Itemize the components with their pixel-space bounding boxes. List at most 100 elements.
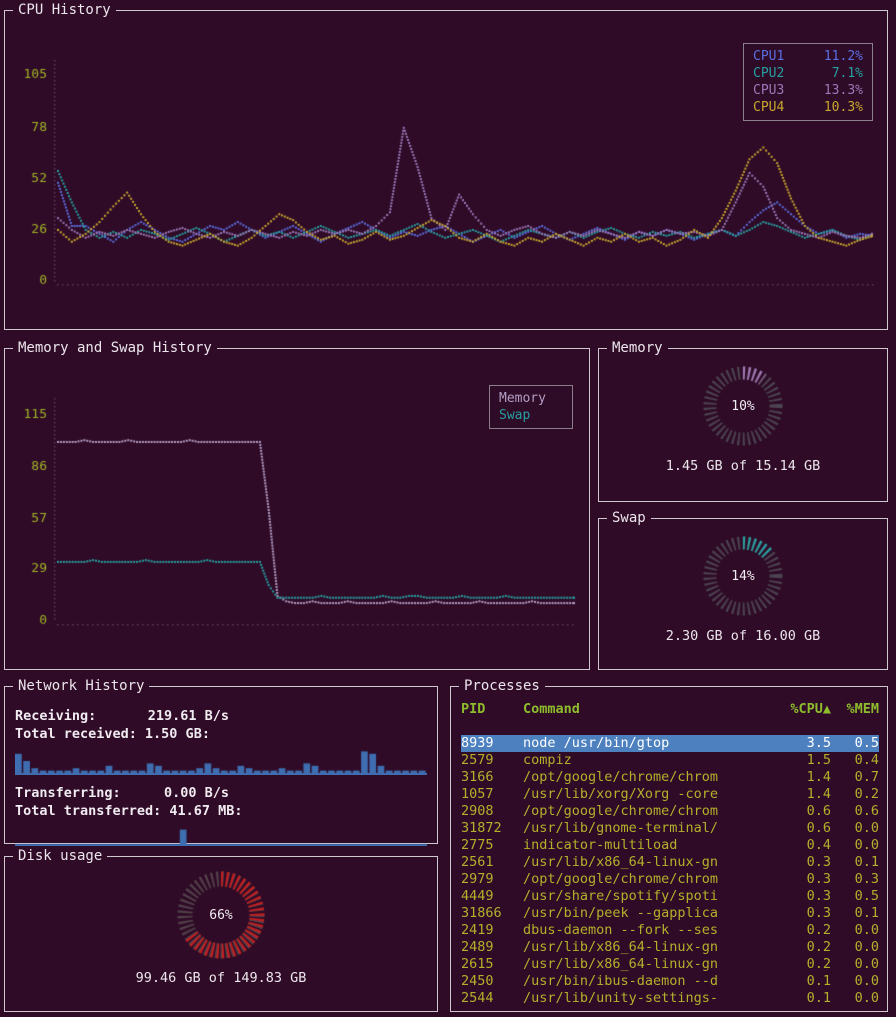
process-pid: 2544 xyxy=(461,990,523,1007)
cpu-legend-label: CPU3 xyxy=(753,82,784,99)
process-mem: 0.5 xyxy=(831,888,879,905)
cpu-history-panel: CPU History CPU1 11.2% CPU2 7.1% CPU3 13… xyxy=(4,10,888,330)
process-row[interactable]: 2615 /usr/lib/x86_64-linux-gn 0.2 0.0 xyxy=(461,956,879,973)
total-transferred-line: Total transferred: 41.67 MB: xyxy=(15,802,427,820)
process-cpu: 0.3 xyxy=(775,905,831,922)
process-mem: 0.7 xyxy=(831,769,879,786)
process-cpu: 0.6 xyxy=(775,803,831,820)
process-pid: 2450 xyxy=(461,973,523,990)
disk-percent: 66% xyxy=(159,869,283,961)
process-command: /usr/lib/x86_64-linux-gn xyxy=(523,956,775,973)
process-row[interactable]: 2579 compiz 1.5 0.4 xyxy=(461,752,879,769)
process-row[interactable]: 2489 /usr/lib/x86_64-linux-gn 0.2 0.0 xyxy=(461,939,879,956)
process-pid: 1057 xyxy=(461,786,523,803)
total-received-line: Total received: 1.50 GB: xyxy=(15,725,427,743)
process-pid: 31872 xyxy=(461,820,523,837)
memory-percent: 10% xyxy=(681,363,805,449)
process-row[interactable]: 2775 indicator-multiload 0.4 0.0 xyxy=(461,837,879,854)
process-row[interactable]: 2419 dbus-daemon --fork --ses 0.2 0.0 xyxy=(461,922,879,939)
process-command: /usr/lib/unity-settings- xyxy=(523,990,775,1007)
process-row[interactable]: 2908 /opt/google/chrome/chrom 0.6 0.6 xyxy=(461,803,879,820)
process-pid: 2489 xyxy=(461,939,523,956)
process-row[interactable]: 2979 /opt/google/chrome/chrom 0.3 0.3 xyxy=(461,871,879,888)
transferring-value: 0.00 B/s xyxy=(145,784,229,802)
receiving-value: 219.61 B/s xyxy=(145,707,229,725)
cpu-legend-item: CPU4 10.3% xyxy=(753,99,863,116)
column-header-mem[interactable]: %MEM xyxy=(831,701,879,718)
process-cpu: 0.1 xyxy=(775,990,831,1007)
process-command: /usr/bin/peek --gapplica xyxy=(523,905,775,922)
network-receive-sparkline xyxy=(15,748,427,775)
gtop-dashboard: CPU History CPU1 11.2% CPU2 7.1% CPU3 13… xyxy=(0,0,896,1017)
process-cpu: 1.5 xyxy=(775,752,831,769)
process-command: /opt/google/chrome/chrom xyxy=(523,871,775,888)
total-transferred-label: Total transferred: xyxy=(15,802,161,820)
process-row[interactable]: 3166 /opt/google/chrome/chrom 1.4 0.7 xyxy=(461,769,879,786)
process-mem: 0.0 xyxy=(831,837,879,854)
network-transfer-sparkline xyxy=(15,825,427,846)
process-cpu: 0.3 xyxy=(775,854,831,871)
swap-usage-text: 2.30 GB of 16.00 GB xyxy=(599,628,887,644)
process-cpu: 0.3 xyxy=(775,871,831,888)
process-row[interactable]: 4449 /usr/share/spotify/spoti 0.3 0.5 xyxy=(461,888,879,905)
disk-usage-panel: Disk usage 66% 99.46 GB of 149.83 GB xyxy=(4,856,438,1012)
network-history-panel: Network History Receiving: 219.61 B/s To… xyxy=(4,686,438,844)
process-pid: 3166 xyxy=(461,769,523,786)
cpu-legend-item: CPU3 13.3% xyxy=(753,82,863,99)
memory-donut: 10% xyxy=(681,363,805,449)
process-pid: 2775 xyxy=(461,837,523,854)
memory-panel: Memory 10% 1.45 GB of 15.14 GB xyxy=(598,348,888,502)
transferring-label: Transferring: xyxy=(15,784,145,802)
cpu-legend-label: CPU4 xyxy=(753,99,784,116)
process-command: /usr/lib/gnome-terminal/ xyxy=(523,820,775,837)
process-command: node /usr/bin/gtop xyxy=(523,735,775,752)
cpu-legend-value: 10.3% xyxy=(824,99,863,116)
cpu-legend-value: 13.3% xyxy=(824,82,863,99)
memory-swap-legend-item: Swap xyxy=(499,407,563,424)
process-command: /usr/lib/xorg/Xorg -core xyxy=(523,786,775,803)
process-mem: 0.1 xyxy=(831,854,879,871)
memory-swap-legend-item: Memory xyxy=(499,390,563,407)
memory-swap-legend-label: Swap xyxy=(499,407,530,424)
process-cpu: 1.4 xyxy=(775,769,831,786)
column-header-command[interactable]: Command xyxy=(523,701,775,718)
process-mem: 0.3 xyxy=(831,871,879,888)
process-mem: 0.0 xyxy=(831,939,879,956)
process-row[interactable]: 8939 node /usr/bin/gtop 3.5 0.5 xyxy=(461,735,879,752)
process-pid: 4449 xyxy=(461,888,523,905)
process-mem: 0.0 xyxy=(831,922,879,939)
process-pid: 2561 xyxy=(461,854,523,871)
process-row[interactable]: 31866 /usr/bin/peek --gapplica 0.3 0.1 xyxy=(461,905,879,922)
process-row[interactable]: 1057 /usr/lib/xorg/Xorg -core 1.4 0.2 xyxy=(461,786,879,803)
process-pid: 2979 xyxy=(461,871,523,888)
receiving-label: Receiving: xyxy=(15,707,145,725)
process-pid: 2908 xyxy=(461,803,523,820)
process-row[interactable]: 2450 /usr/bin/ibus-daemon --d 0.1 0.0 xyxy=(461,973,879,990)
memory-swap-legend-label: Memory xyxy=(499,390,546,407)
network-history-title: Network History xyxy=(13,678,149,694)
processes-title: Processes xyxy=(459,678,545,694)
process-row[interactable]: 31872 /usr/lib/gnome-terminal/ 0.6 0.0 xyxy=(461,820,879,837)
swap-donut: 14% xyxy=(681,533,805,619)
process-command: /opt/google/chrome/chrom xyxy=(523,769,775,786)
column-header-pid[interactable]: PID xyxy=(461,701,523,718)
process-row[interactable]: 2561 /usr/lib/x86_64-linux-gn 0.3 0.1 xyxy=(461,854,879,871)
process-mem: 0.0 xyxy=(831,990,879,1007)
swap-percent: 14% xyxy=(681,533,805,619)
cpu-legend-item: CPU2 7.1% xyxy=(753,65,863,82)
cpu-legend-value: 11.2% xyxy=(824,48,863,65)
process-cpu: 0.2 xyxy=(775,956,831,973)
process-cpu: 0.6 xyxy=(775,820,831,837)
process-cpu: 0.2 xyxy=(775,939,831,956)
process-mem: 0.1 xyxy=(831,905,879,922)
process-mem: 0.0 xyxy=(831,973,879,990)
process-command: /usr/bin/ibus-daemon --d xyxy=(523,973,775,990)
column-header-cpu[interactable]: %CPU▲ xyxy=(775,701,831,718)
cpu-legend: CPU1 11.2% CPU2 7.1% CPU3 13.3% CPU4 10.… xyxy=(743,43,873,121)
process-row[interactable]: 2544 /usr/lib/unity-settings- 0.1 0.0 xyxy=(461,990,879,1007)
process-cpu: 3.5 xyxy=(775,735,831,752)
process-command: /usr/lib/x86_64-linux-gn xyxy=(523,854,775,871)
memory-title: Memory xyxy=(607,340,668,356)
process-pid: 2579 xyxy=(461,752,523,769)
process-command: /opt/google/chrome/chrom xyxy=(523,803,775,820)
